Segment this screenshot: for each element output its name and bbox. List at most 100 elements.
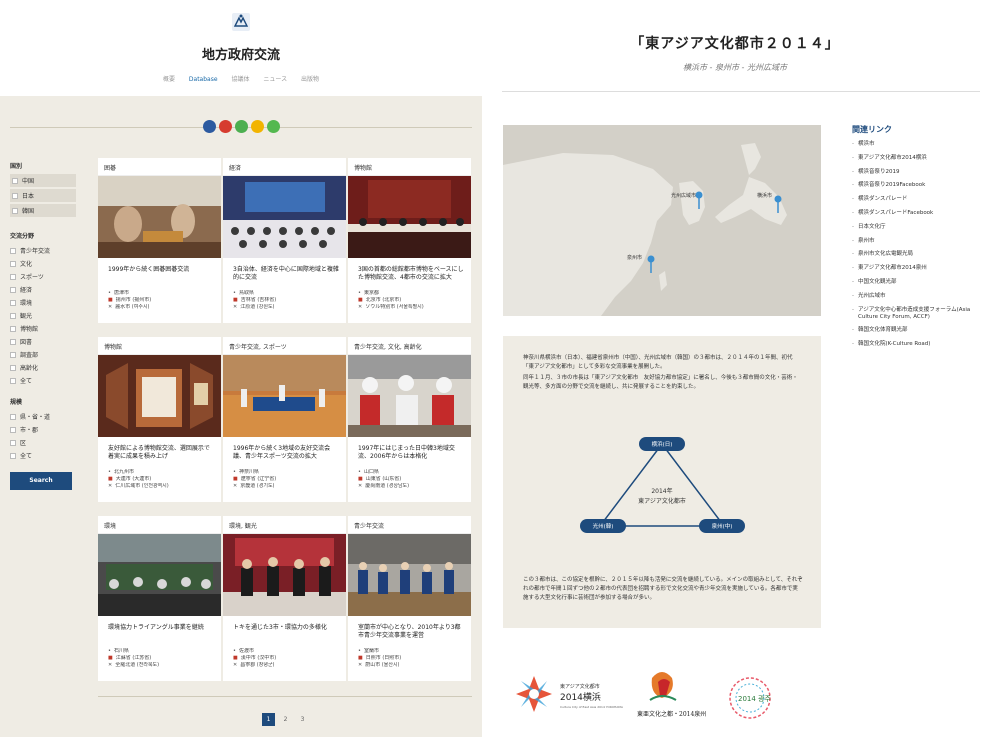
checkbox[interactable]	[10, 247, 16, 254]
filter-scale[interactable]: 県・省・道	[10, 410, 76, 423]
related-links: 関連リンク 横浜市 東アジア文化都市2014横浜 横浜音祭り2019 横浜音祭り…	[852, 124, 986, 355]
checkbox[interactable]	[10, 364, 16, 371]
link-item[interactable]: 泉州市	[852, 238, 986, 245]
checkbox[interactable]	[10, 325, 16, 332]
search-button[interactable]: Search	[10, 472, 72, 490]
checkbox[interactable]	[12, 207, 18, 214]
result-card[interactable]: 青少年交流, 文化, 高齢化 1997年にはじまった日中韓3地域交流、2006年…	[348, 337, 471, 502]
checkbox[interactable]	[10, 299, 16, 306]
filter-scale[interactable]: 市・郡	[10, 423, 76, 436]
gwangju-culture-city-logo: 2014 광주	[729, 677, 771, 719]
link-item[interactable]: 中国文化観光部	[852, 279, 986, 286]
card-photo	[98, 534, 221, 616]
link-item[interactable]: 横浜ダンスパレードFacebook	[852, 210, 986, 217]
info-paragraph: この３都市は、この協定を根幹に、２０１５年以降も活発に交流を継続している。メイン…	[523, 577, 803, 601]
link-item[interactable]: 東アジア文化都市2014泉州	[852, 265, 986, 272]
link-item[interactable]: 日本文化庁	[852, 224, 986, 231]
card-photo	[223, 355, 346, 437]
filter-scale[interactable]: 全て	[10, 449, 76, 462]
checkbox[interactable]	[10, 273, 16, 280]
link-item[interactable]: 韓国文化院(K-Culture Road)	[852, 341, 986, 348]
checkbox[interactable]	[10, 452, 16, 459]
logo-text: 2014横浜	[560, 691, 601, 703]
link-item[interactable]: 横浜音祭り2019Facebook	[852, 182, 986, 189]
filter-scale[interactable]: 区	[10, 436, 76, 449]
result-card[interactable]: 青少年交流, スポーツ 1996年から続く3地域の友好交流会議、青少年スポーツ交…	[223, 337, 346, 502]
page-2-button[interactable]: 2	[279, 713, 292, 726]
filter-field[interactable]: 調査部	[10, 348, 76, 361]
filter-field[interactable]: 高齢化	[10, 361, 76, 374]
filter-field[interactable]: 環境	[10, 296, 76, 309]
card-title: 1996年から続く3地域の友好交流会議、青少年スポーツ交流の拡大	[233, 445, 331, 460]
card-city-kr: 麗水市 (여수시)	[108, 304, 221, 311]
filter-field[interactable]: 経済	[10, 283, 76, 296]
result-card[interactable]: 博物館 3国の首都の総館都市博物をベースにした博物館交流、4都市の交流に拡大 東…	[348, 158, 471, 323]
nav-overview[interactable]: 概要	[163, 74, 175, 83]
card-title: 3自治体、経済を中心に国際地域と複雑的に交流	[233, 266, 339, 281]
nav-database[interactable]: Database	[189, 76, 218, 83]
logo-text: Culture City of East Asia 2014 YOKOHAMA	[560, 705, 624, 709]
link-item[interactable]: 横浜音祭り2019	[852, 169, 986, 176]
checkbox[interactable]	[12, 177, 18, 184]
filter-field[interactable]: 図書	[10, 335, 76, 348]
nav-council[interactable]: 協議体	[231, 74, 249, 83]
checkbox[interactable]	[10, 439, 16, 446]
link-item[interactable]: 横浜ダンスパレード	[852, 196, 986, 203]
checkbox[interactable]	[10, 426, 16, 433]
wechat-share-icon[interactable]	[235, 120, 248, 133]
filter-field[interactable]: 博物館	[10, 322, 76, 335]
checkbox[interactable]	[10, 260, 16, 267]
card-city-jp: 北九州市	[108, 469, 221, 476]
result-card[interactable]: 環境 環境協力トライアングル事業を継続 石川県 江蘇省 (江苏省) 全羅北道 (…	[98, 516, 221, 681]
filter-field[interactable]: 観光	[10, 309, 76, 322]
kakao-share-icon[interactable]	[251, 120, 264, 133]
link-item[interactable]: 韓国文化体育観光部	[852, 327, 986, 334]
result-card[interactable]: 経済 3自治体、経済を中心に国際地域と複雑的に交流 鳥取県 吉林省 (吉林省) …	[223, 158, 346, 323]
card-tag: 環境, 観光	[223, 516, 346, 534]
nav-news[interactable]: ニュース	[263, 74, 287, 83]
nav-publications[interactable]: 出版物	[301, 74, 319, 83]
site-header: 地方政府交流 概要 Database 協議体 ニュース 出版物	[0, 0, 482, 96]
result-card[interactable]: 囲碁 1999年から続く囲碁囲碁交流 唐津市 揚州市 (揚州市) 麗水市 (여수…	[98, 158, 221, 323]
checkbox[interactable]	[10, 286, 16, 293]
link-item[interactable]: 横浜市	[852, 141, 986, 148]
filter-region-japan[interactable]: 日本	[10, 189, 76, 202]
checkbox[interactable]	[10, 377, 16, 384]
filter-field[interactable]: 青少年交流	[10, 244, 76, 257]
page-3-button[interactable]: 3	[296, 713, 309, 726]
card-tag: 青少年交流	[348, 516, 471, 534]
result-card[interactable]: 青少年交流 室蘭市が中心となり、2010年より3都市青少年交流事業を運営 室蘭市…	[348, 516, 471, 681]
weibo-share-icon[interactable]	[219, 120, 232, 133]
link-item[interactable]: 東アジア文化都市2014横浜	[852, 155, 986, 162]
filter-field[interactable]: 文化	[10, 257, 76, 270]
checkbox[interactable]	[10, 312, 16, 319]
checkbox[interactable]	[10, 338, 16, 345]
page-1-button[interactable]: 1	[262, 713, 275, 726]
checkbox[interactable]	[10, 351, 16, 358]
filter-field[interactable]: スポーツ	[10, 270, 76, 283]
line-share-icon[interactable]	[267, 120, 280, 133]
facebook-share-icon[interactable]	[203, 120, 216, 133]
filter-region-korea[interactable]: 韓国	[10, 204, 76, 217]
page-title: 「東アジア文化都市２０１４」	[630, 36, 840, 52]
main-nav: 概要 Database 協議体 ニュース 出版物	[0, 74, 482, 83]
link-item[interactable]: アジア文化中心都市造成支援フォーラム(Asia Culture City For…	[852, 307, 986, 321]
checkbox[interactable]	[12, 192, 18, 199]
card-city-cn: 日照市 (日照市)	[358, 655, 471, 662]
checkbox[interactable]	[10, 413, 16, 420]
link-item[interactable]: 泉州市文化広電観光局	[852, 251, 986, 258]
card-photo	[348, 534, 471, 616]
card-city-kr: 蔚山市 (울산시)	[358, 662, 471, 669]
logo-text: 東亜文化之都・2014泉州	[637, 710, 706, 718]
result-card[interactable]: 環境, 観光 トキを通じた3市・環協力の多様化 佐渡市 漢中市 (汉中市) 昌寧…	[223, 516, 346, 681]
card-city-kr: 昌寧郡 (창녕군)	[233, 662, 346, 669]
card-photo	[223, 176, 346, 258]
divider	[98, 696, 472, 697]
filter-field[interactable]: 全て	[10, 374, 76, 387]
filter-region-china[interactable]: 中国	[10, 174, 76, 187]
diagram-center-year: 2014年	[651, 487, 672, 495]
result-card[interactable]: 博物館 友好館による博物館交流、選回展示で着実に成果を積み上げ 北九州市 大連市…	[98, 337, 221, 502]
card-tag: 博物館	[348, 158, 471, 176]
card-city-cn: 北京市 (北京市)	[358, 297, 471, 304]
link-item[interactable]: 光州広域市	[852, 293, 986, 300]
